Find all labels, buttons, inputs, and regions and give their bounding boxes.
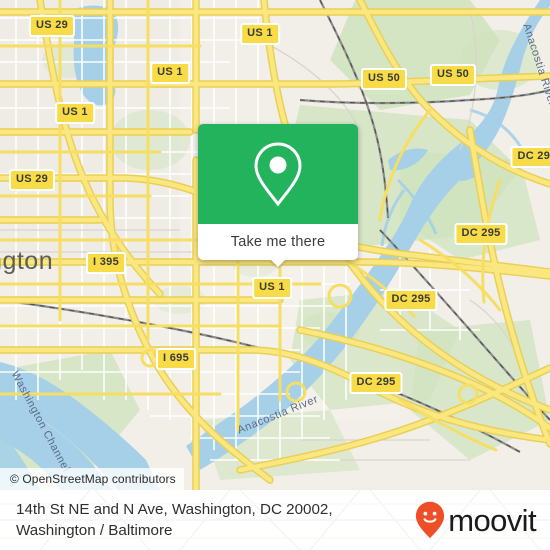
popup-header bbox=[198, 124, 358, 224]
map-view[interactable]: US 29 US 1 US 1 US 50 US 50 US 1 US 29 DC 295 DC… bbox=[0, 0, 550, 490]
road-shield: US 50 bbox=[360, 68, 408, 90]
popup-pointer-tail bbox=[270, 259, 286, 267]
road-shield: I 395 bbox=[86, 252, 126, 274]
map-attribution[interactable]: © OpenStreetMap contributors bbox=[0, 468, 184, 490]
place-address-line: 14th St NE and N Ave, Washington, DC 200… bbox=[16, 501, 333, 518]
destination-popup-card[interactable]: Take me there bbox=[198, 124, 358, 267]
popup-action-bar[interactable]: Take me there bbox=[198, 224, 358, 267]
take-me-there-label: Take me there bbox=[230, 234, 326, 250]
road-shield: US 1 bbox=[252, 277, 292, 299]
road-shield: US 50 bbox=[429, 64, 477, 86]
road-shield: US 1 bbox=[55, 102, 95, 124]
moovit-wordmark: moovit bbox=[448, 502, 536, 538]
road-shield: US 1 bbox=[240, 23, 280, 45]
road-shield: DC 295 bbox=[349, 372, 403, 394]
bottom-info-bar: 14th St NE and N Ave, Washington, DC 200… bbox=[0, 490, 550, 550]
moovit-brand-logo[interactable]: moovit bbox=[415, 501, 538, 539]
road-shield: US 29 bbox=[8, 169, 56, 191]
road-shield: I 695 bbox=[156, 348, 196, 370]
moovit-map-screen: US 29 US 1 US 1 US 50 US 50 US 1 US 29 DC 295 DC… bbox=[0, 0, 550, 550]
road-shield: US 1 bbox=[150, 62, 190, 84]
place-name: 14th St NE and N Ave, Washington, DC 200… bbox=[16, 499, 333, 541]
moovit-smiley-pin-icon bbox=[416, 501, 445, 539]
road-shield: DC 295 bbox=[384, 289, 438, 311]
road-shield: US 29 bbox=[28, 15, 76, 37]
road-shield: DC 295 bbox=[510, 146, 550, 168]
road-shield: DC 295 bbox=[454, 223, 508, 245]
map-pin-icon bbox=[254, 142, 302, 207]
place-metro-line: Washington / Baltimore bbox=[16, 522, 173, 539]
